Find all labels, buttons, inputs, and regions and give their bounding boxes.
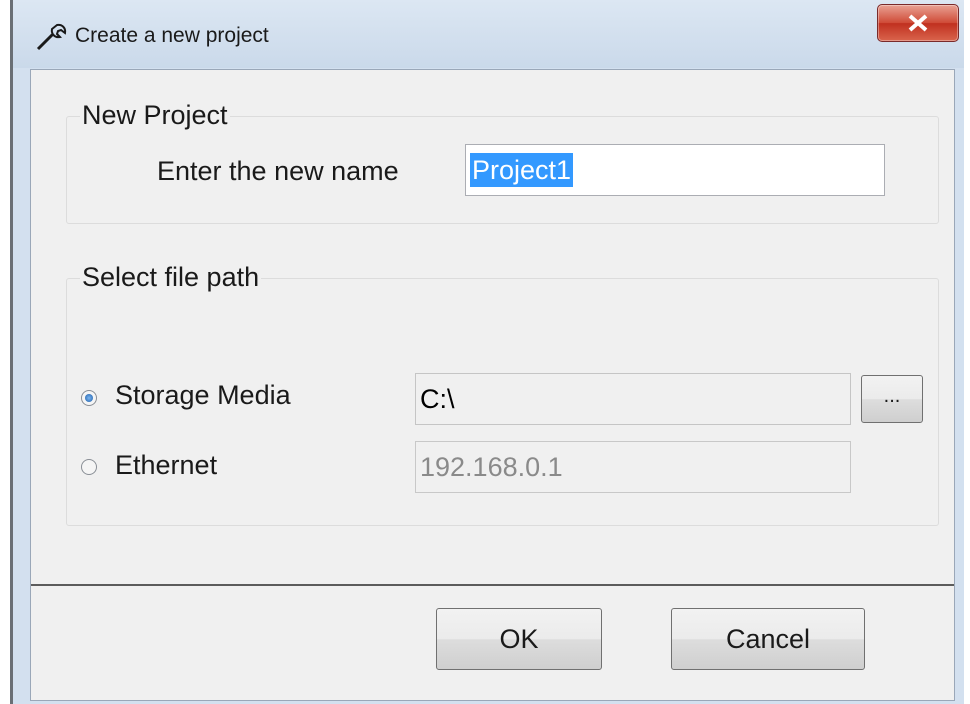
window-title: Create a new project <box>75 24 269 47</box>
ok-button[interactable]: OK <box>436 608 602 670</box>
storage-path-field[interactable]: C:\ <box>415 373 851 425</box>
ethernet-address-field: 192.168.0.1 <box>415 441 851 493</box>
cancel-button[interactable]: Cancel <box>671 608 865 670</box>
ethernet-label[interactable]: Ethernet <box>115 450 217 481</box>
dialog-client-area: New Project Enter the new name Project1 … <box>30 69 955 701</box>
dialog-window: Create a new project New Project Enter t… <box>10 0 964 704</box>
name-label: Enter the new name <box>157 156 399 186</box>
close-icon <box>908 14 928 32</box>
wrench-icon <box>36 23 67 51</box>
ethernet-address-value: 192.168.0.1 <box>420 452 563 482</box>
storage-media-label[interactable]: Storage Media <box>115 380 291 411</box>
project-name-value: Project1 <box>470 153 574 187</box>
browse-button[interactable]: ... <box>861 375 923 423</box>
new-project-legend: New Project <box>80 100 230 131</box>
close-button[interactable] <box>877 4 959 42</box>
title-bar[interactable]: Create a new project <box>13 0 964 68</box>
button-bar: OK Cancel <box>31 586 954 700</box>
storage-media-radio[interactable] <box>81 390 97 406</box>
ok-button-label: OK <box>499 624 539 654</box>
browse-button-label: ... <box>883 385 901 407</box>
project-name-input[interactable]: Project1 <box>465 144 885 196</box>
cancel-button-label: Cancel <box>725 624 811 654</box>
file-path-legend: Select file path <box>80 262 262 293</box>
storage-path-value: C:\ <box>420 384 455 414</box>
ethernet-radio[interactable] <box>81 459 97 475</box>
